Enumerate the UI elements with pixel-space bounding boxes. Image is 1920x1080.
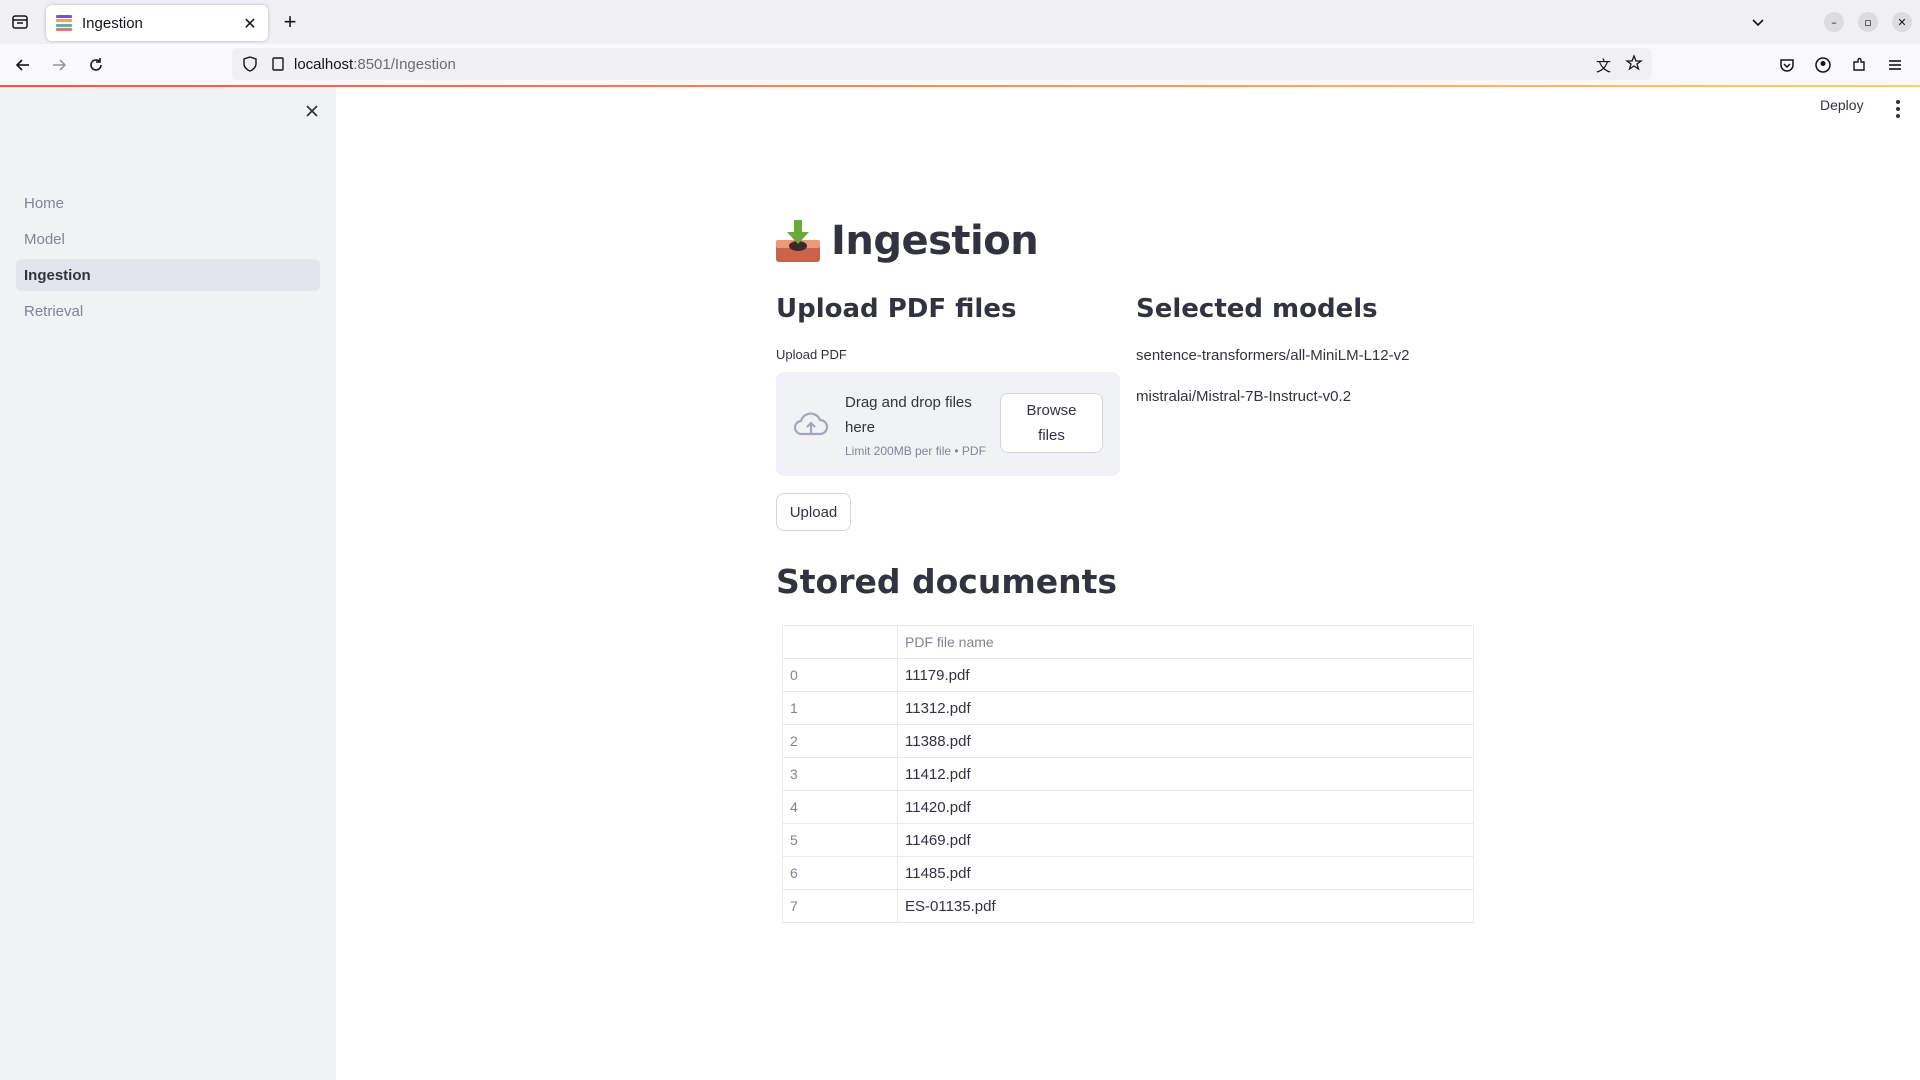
- reload-icon[interactable]: [83, 52, 109, 78]
- tab-title: Ingestion: [82, 14, 143, 32]
- new-tab-icon[interactable]: +: [278, 9, 302, 34]
- close-window-icon[interactable]: ✕: [1892, 12, 1912, 32]
- sidebar: Home Model Ingestion Retrieval: [0, 87, 336, 1080]
- tab-bar: Ingestion ✕ + – ▫ ✕: [0, 0, 1920, 44]
- url-path: :8501/Ingestion: [353, 55, 456, 73]
- minimize-icon[interactable]: –: [1824, 12, 1844, 32]
- upload-field-label: Upload PDF: [776, 347, 847, 362]
- bookmark-star-icon[interactable]: [1625, 54, 1643, 76]
- filename-column-header[interactable]: PDF file name: [897, 625, 1474, 659]
- sidebar-item-model[interactable]: Model: [16, 223, 320, 255]
- url-bar[interactable]: localhost:8501/Ingestion 文: [232, 48, 1652, 80]
- close-sidebar-icon[interactable]: [300, 99, 324, 123]
- documents-table[interactable]: PDF file name 0 11179.pdf 1 11312.pdf 2 113…: [782, 625, 1474, 923]
- row-index: 4: [782, 790, 898, 824]
- deploy-button[interactable]: Deploy: [1820, 97, 1864, 113]
- navigation-toolbar: localhost:8501/Ingestion 文: [0, 44, 1920, 86]
- inbox-tray-icon: [775, 218, 821, 264]
- cloud-upload-icon: [792, 406, 830, 442]
- table-row[interactable]: 7 ES-01135.pdf: [782, 889, 1474, 923]
- pocket-icon[interactable]: [1774, 52, 1800, 78]
- chevron-down-icon[interactable]: [1746, 10, 1770, 34]
- account-icon[interactable]: [1810, 52, 1836, 78]
- row-index: 1: [782, 691, 898, 725]
- row-index: 0: [782, 658, 898, 692]
- row-index: 7: [782, 889, 898, 923]
- main-menu-icon[interactable]: [1888, 97, 1908, 121]
- dropzone-limit: Limit 200MB per file • PDF: [845, 444, 986, 458]
- browser-tab[interactable]: Ingestion ✕: [46, 5, 268, 41]
- browse-files-button[interactable]: Browse files: [1000, 393, 1103, 453]
- file-name-cell[interactable]: 11312.pdf: [897, 691, 1474, 725]
- row-index: 3: [782, 757, 898, 791]
- close-tab-icon[interactable]: ✕: [238, 11, 262, 35]
- row-index: 2: [782, 724, 898, 758]
- file-name-cell[interactable]: 11469.pdf: [897, 823, 1474, 857]
- forward-icon[interactable]: [46, 52, 72, 78]
- table-row[interactable]: 3 11412.pdf: [782, 757, 1474, 791]
- embedding-model-name: sentence-transformers/all-MiniLM-L12-v2: [1136, 347, 1410, 364]
- url-host: localhost: [294, 55, 354, 73]
- file-dropzone[interactable]: Drag and drop files here Limit 200MB per…: [776, 372, 1120, 476]
- upload-heading: Upload PDF files: [776, 294, 1017, 324]
- row-index: 5: [782, 823, 898, 857]
- file-name-cell[interactable]: 11420.pdf: [897, 790, 1474, 824]
- browser-window: Ingestion ✕ + – ▫ ✕ localhost:8501/Inges…: [0, 0, 1920, 1080]
- sidebar-item-ingestion[interactable]: Ingestion: [16, 259, 320, 291]
- page-title-text: Ingestion: [831, 218, 1039, 264]
- streamlit-favicon-icon: [56, 15, 72, 31]
- selected-models-heading: Selected models: [1136, 294, 1378, 324]
- llm-model-name: mistralai/Mistral-7B-Instruct-v0.2: [1136, 388, 1352, 405]
- firefox-view-icon[interactable]: [8, 10, 32, 34]
- stored-documents-heading: Stored documents: [776, 562, 1118, 601]
- app-menu-icon[interactable]: [1882, 52, 1908, 78]
- page-title: Ingestion: [775, 218, 1039, 264]
- index-column-header: [782, 625, 898, 659]
- file-name-cell[interactable]: 11388.pdf: [897, 724, 1474, 758]
- table-row[interactable]: 0 11179.pdf: [782, 658, 1474, 692]
- upload-button[interactable]: Upload: [776, 493, 851, 531]
- row-index: 6: [782, 856, 898, 890]
- table-header-row: PDF file name: [782, 625, 1474, 659]
- extensions-icon[interactable]: [1846, 52, 1872, 78]
- file-name-cell[interactable]: 11179.pdf: [897, 658, 1474, 692]
- file-name-cell[interactable]: ES-01135.pdf: [897, 889, 1474, 923]
- file-name-cell[interactable]: 11485.pdf: [897, 856, 1474, 890]
- page-info-icon[interactable]: [270, 56, 286, 76]
- url-text: localhost:8501/Ingestion: [294, 56, 456, 73]
- sidebar-item-retrieval[interactable]: Retrieval: [16, 295, 320, 327]
- table-row[interactable]: 4 11420.pdf: [782, 790, 1474, 824]
- dropzone-title: Drag and drop files here: [845, 394, 972, 436]
- file-name-cell[interactable]: 11412.pdf: [897, 757, 1474, 791]
- sidebar-item-home[interactable]: Home: [16, 187, 320, 219]
- table-row[interactable]: 6 11485.pdf: [782, 856, 1474, 890]
- table-row[interactable]: 1 11312.pdf: [782, 691, 1474, 725]
- tracking-shield-icon[interactable]: [242, 56, 258, 76]
- restore-icon[interactable]: ▫: [1858, 12, 1878, 32]
- translate-icon[interactable]: 文: [1596, 55, 1611, 76]
- table-row[interactable]: 2 11388.pdf: [782, 724, 1474, 758]
- table-row[interactable]: 5 11469.pdf: [782, 823, 1474, 857]
- back-icon[interactable]: [10, 52, 36, 78]
